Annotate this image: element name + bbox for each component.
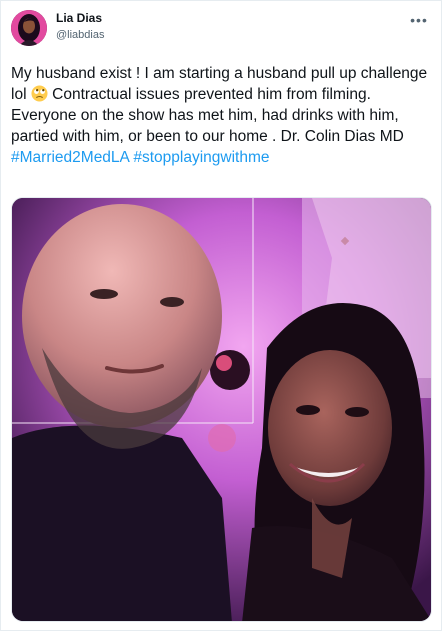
avatar[interactable] bbox=[11, 10, 47, 46]
author-display-name[interactable]: Lia Dias bbox=[56, 11, 102, 25]
avatar-image bbox=[11, 10, 47, 46]
tweet-card[interactable]: Lia Dias @liabdias ••• My husband exist … bbox=[0, 0, 442, 631]
author-handle[interactable]: @liabdias bbox=[56, 29, 104, 41]
more-options-button[interactable]: ••• bbox=[409, 13, 429, 27]
hashtag-stopplayingwithme-link[interactable]: #stopplayingwithme bbox=[133, 149, 269, 166]
rolling-eyes-emoji-icon bbox=[31, 85, 48, 102]
tweet-photo[interactable] bbox=[11, 197, 432, 622]
tweet-text: My husband exist ! I am starting a husba… bbox=[11, 63, 435, 168]
selfie-photo-image bbox=[12, 198, 431, 621]
hashtag-married2medla-link[interactable]: #Married2MedLA bbox=[11, 149, 129, 166]
more-horizontal-icon: ••• bbox=[410, 12, 428, 28]
tweet-text-part-2: Contractual issues prevented him from fi… bbox=[11, 86, 404, 145]
